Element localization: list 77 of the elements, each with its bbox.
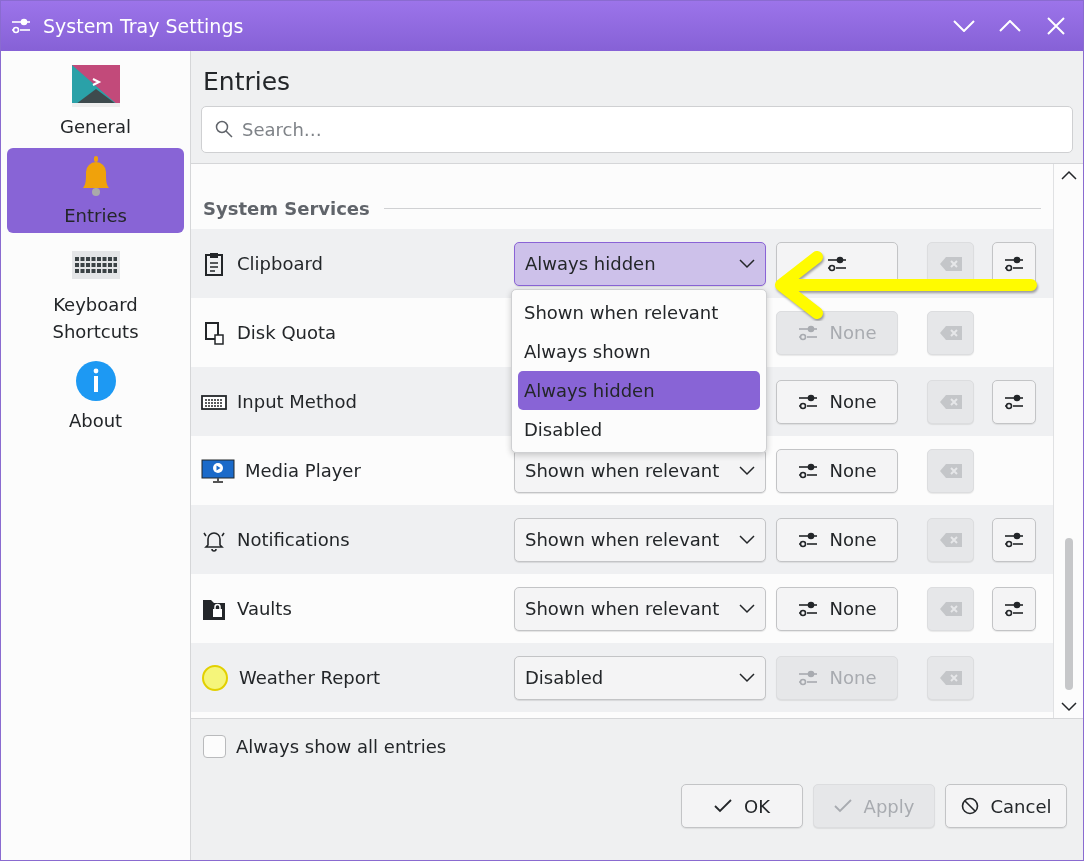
clear-button[interactable] [927,310,974,355]
sliders-icon [797,599,818,618]
backspace-icon [938,462,963,479]
sliders-icon [797,323,818,342]
chevron-down-icon [953,20,975,32]
backspace-icon [938,669,963,686]
sliders-icon [1004,599,1024,618]
search-field[interactable]: Search… [201,106,1073,153]
visibility-dropdown[interactable]: Shown when relevant [514,517,766,562]
close-icon [1047,17,1065,35]
clear-button[interactable] [927,448,974,493]
backspace-icon [938,600,963,617]
chevron-up-icon [1060,170,1077,180]
entry-name: Input Method [237,391,357,412]
sun-icon [201,663,229,692]
entry-name: Disk Quota [237,322,337,343]
configure-button[interactable] [992,517,1036,562]
sliders-icon [797,668,818,687]
shortcut-button[interactable]: None [776,379,898,424]
chevron-down-icon [739,603,755,614]
clear-button[interactable] [927,655,974,700]
menu-option[interactable]: Shown when relevant [518,292,760,332]
menu-option[interactable]: Disabled [518,409,760,449]
chevron-down-icon [1060,702,1077,712]
dialog-button[interactable]: OK [681,784,803,828]
sliders-icon [1004,254,1024,273]
page-title: Entries [202,66,292,98]
sliders-icon [827,254,847,273]
backspace-icon [938,324,963,341]
check-icon [833,799,852,813]
cancel-icon [960,797,979,815]
backspace-icon [938,393,963,410]
section-title: System Services [203,198,370,219]
sliders-icon [797,530,818,549]
sliders-icon [1004,530,1024,549]
chevron-down-icon [739,465,755,476]
sidebar-item[interactable]: Keyboard Shortcuts [7,237,184,349]
backspace-icon [938,531,963,548]
sidebar-item[interactable]: About [7,353,184,438]
clear-button[interactable] [927,586,974,631]
visibility-dropdown[interactable]: Always hidden [514,241,766,286]
dialog-button[interactable]: Cancel [945,784,1067,828]
entry-name: Notifications [237,529,350,550]
entry-name: Media Player [245,460,361,481]
window-title: System Tray Settings [43,15,245,37]
search-icon [215,120,233,138]
check-icon [714,799,732,813]
configure-button[interactable] [992,379,1036,424]
entry-name: Clipboard [237,253,323,274]
desktop-icon [70,65,121,109]
sliders-icon [1004,392,1024,411]
backspace-icon [938,255,963,272]
shortcut-button[interactable]: None [776,448,898,493]
configure-button[interactable] [992,586,1036,631]
visibility-dropdown[interactable]: Disabled [514,655,766,700]
monitor-play-icon [201,457,235,484]
chevron-up-icon [999,20,1021,32]
sidebar-item[interactable]: Entries [7,148,184,233]
menu-option[interactable]: Always hidden [518,370,760,410]
chevron-down-icon [739,258,755,269]
checkbox-label: Always show all entries [236,736,447,757]
shortcut-button[interactable]: None [776,517,898,562]
clear-button[interactable] [927,517,974,562]
entry-name: Vaults [237,598,292,619]
menu-option[interactable]: Always shown [518,331,760,371]
sidebar-item[interactable]: General [7,59,184,144]
sliders-icon [11,17,31,35]
clear-button[interactable] [927,379,974,424]
checkbox[interactable] [203,735,226,758]
scrollbar-thumb[interactable] [1064,538,1073,690]
sliders-icon [797,461,818,480]
entry-name: Weather Report [239,667,381,688]
chevron-down-icon [739,534,755,545]
sliders-icon [797,392,818,411]
chevron-down-icon [739,672,755,683]
shortcut-button[interactable]: None [776,586,898,631]
visibility-dropdown[interactable]: Shown when relevant [514,586,766,631]
